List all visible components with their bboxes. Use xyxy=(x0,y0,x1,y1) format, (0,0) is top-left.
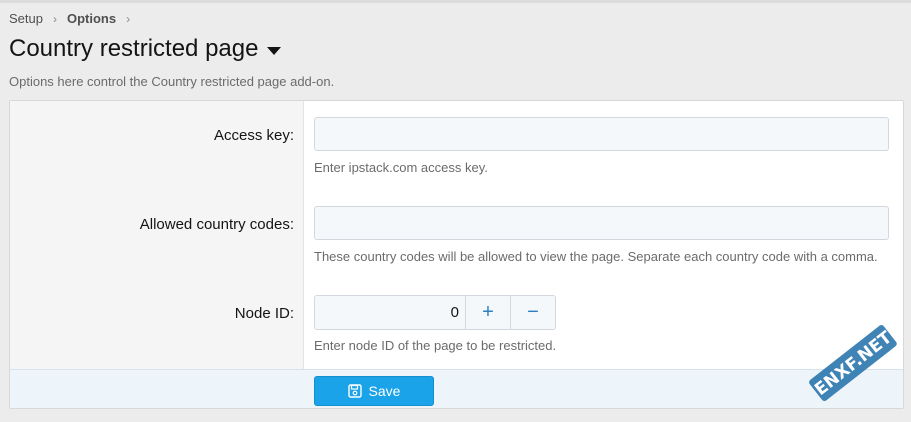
page-title: Country restricted page xyxy=(9,35,259,62)
top-shade xyxy=(0,0,911,3)
plus-icon: + xyxy=(482,301,494,323)
access-key-label: Access key: xyxy=(213,127,294,144)
node-id-label: Node ID: xyxy=(234,305,294,322)
increment-button[interactable]: + xyxy=(465,296,510,329)
save-button[interactable]: Save xyxy=(314,376,434,406)
caret-down-icon[interactable] xyxy=(267,46,282,55)
decrement-button[interactable]: − xyxy=(510,296,555,329)
floppy-disk-icon xyxy=(347,384,362,398)
save-label: Save xyxy=(368,383,401,399)
breadcrumb-item-options[interactable]: Options xyxy=(67,11,116,26)
chevron-right-icon: › xyxy=(52,11,57,26)
access-key-input[interactable] xyxy=(314,117,889,151)
breadcrumb: Setup › Options › xyxy=(9,11,140,26)
options-panel: Access key: Enter ipstack.com access key… xyxy=(9,100,904,409)
form-footer: Save xyxy=(10,369,903,408)
page-description: Options here control the Country restric… xyxy=(9,74,335,89)
allowed-country-codes-hint: These country codes will be allowed to v… xyxy=(314,249,878,264)
svg-text:ENXF.NET: ENXF.NET xyxy=(811,327,896,400)
access-key-hint: Enter ipstack.com access key. xyxy=(314,160,488,175)
breadcrumb-item-setup[interactable]: Setup xyxy=(9,11,43,26)
node-id-stepper: 0 + − xyxy=(314,295,556,330)
allowed-country-codes-label: Allowed country codes: xyxy=(139,216,294,233)
enxf-watermark-logo: ENXF.NET xyxy=(809,325,897,401)
node-id-input[interactable]: 0 xyxy=(315,296,465,329)
chevron-right-icon: › xyxy=(126,11,131,26)
allowed-country-codes-input[interactable] xyxy=(314,206,889,240)
node-id-hint: Enter node ID of the page to be restrict… xyxy=(314,338,557,353)
title-row: Country restricted page xyxy=(9,35,282,63)
minus-icon: − xyxy=(527,301,539,323)
